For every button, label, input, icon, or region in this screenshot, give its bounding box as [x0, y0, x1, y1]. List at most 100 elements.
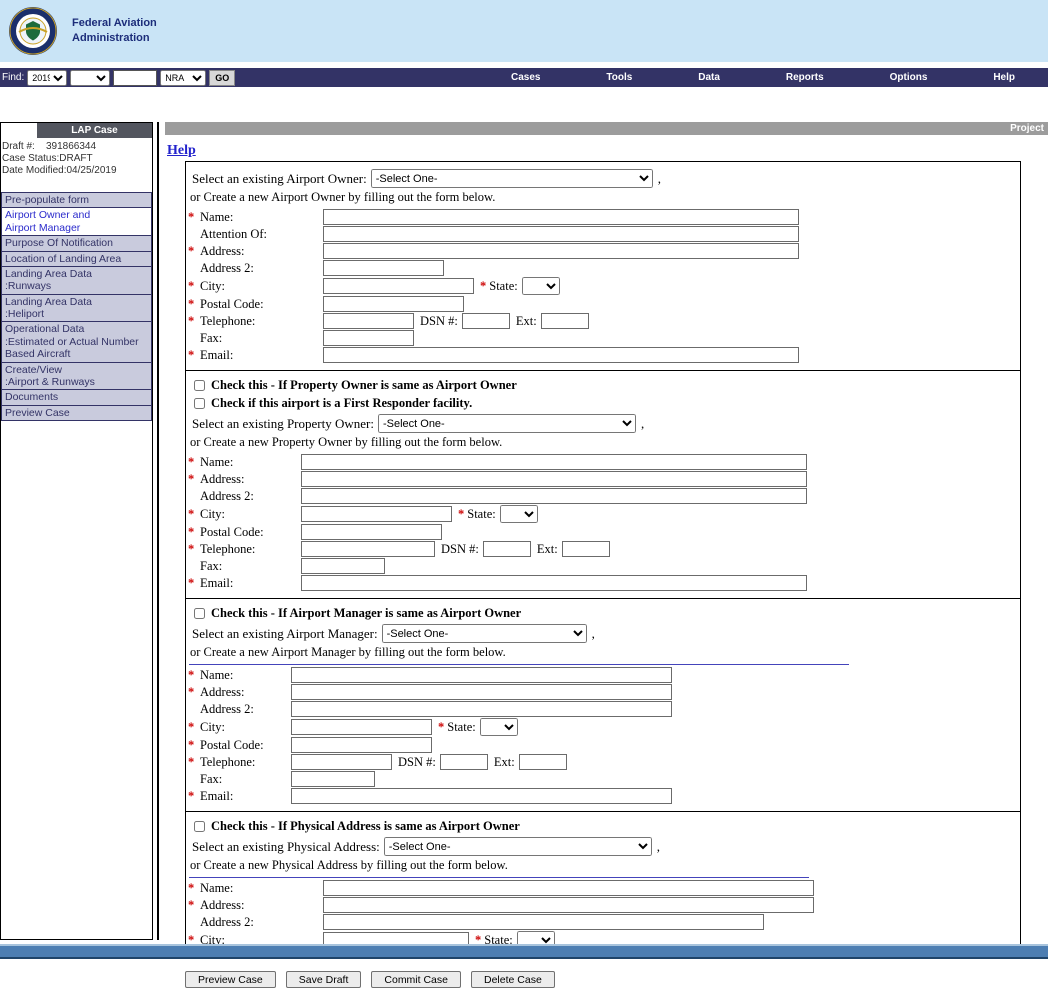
- dsn-input[interactable]: [483, 541, 531, 557]
- select-an-existing-property-owner-select[interactable]: -Select One-: [378, 414, 636, 433]
- sidebar-item-line: Documents: [5, 391, 148, 403]
- field-label: Address 2:: [200, 261, 254, 276]
- city-input[interactable]: [291, 719, 432, 735]
- attention-of-input[interactable]: [323, 226, 799, 242]
- menu-reports[interactable]: Reports: [786, 72, 824, 83]
- menu-data[interactable]: Data: [698, 72, 720, 83]
- form-row-address-2: Address 2:: [188, 914, 1018, 930]
- postal-code-input[interactable]: [291, 737, 432, 753]
- postal-code-input[interactable]: [301, 524, 442, 540]
- ext-input[interactable]: [562, 541, 610, 557]
- sidebar-item-create-view-airport-runways[interactable]: Create/View:Airport & Runways: [1, 362, 152, 391]
- state-select[interactable]: [522, 277, 560, 295]
- sidebar-item-documents[interactable]: Documents: [1, 389, 152, 405]
- project-bar: Project: [165, 122, 1048, 135]
- address-input[interactable]: [301, 471, 807, 487]
- fax-input[interactable]: [323, 330, 414, 346]
- sidebar: LAP Case Draft #:391866344Case Status:DR…: [0, 122, 153, 940]
- name-input[interactable]: [291, 667, 672, 683]
- find-text-input[interactable]: [113, 70, 157, 86]
- required-asterisk: *: [188, 668, 200, 683]
- form-row-address-2: Address 2:: [188, 701, 1018, 717]
- go-button[interactable]: GO: [209, 70, 235, 86]
- sidebar-item-line: Based Aircraft: [5, 348, 148, 360]
- check-this-if-airport-manager-is-same-as-airport-owner-checkbox[interactable]: [194, 608, 205, 619]
- address-2-input[interactable]: [323, 260, 444, 276]
- form-row-address: *Address:: [188, 471, 1018, 487]
- form-row-postal-code: *Postal Code:: [188, 737, 1018, 753]
- email-input[interactable]: [291, 788, 672, 804]
- main-panel: Project Help Select an existing Airport …: [165, 122, 1048, 940]
- sidebar-item-operational-data-estimated-or-actual-number-based-aircraft[interactable]: Operational Data:Estimated or Actual Num…: [1, 321, 152, 362]
- telephone-input[interactable]: [323, 313, 414, 329]
- select-an-existing-airport-manager-select[interactable]: -Select One-: [382, 624, 587, 643]
- find-year-select[interactable]: 2019: [27, 70, 67, 86]
- preview-case-button[interactable]: Preview Case: [185, 971, 276, 988]
- form-row-telephone: *Telephone:DSN #:Ext:: [188, 541, 1018, 557]
- required-asterisk: *: [188, 297, 200, 312]
- menu-tools[interactable]: Tools: [606, 72, 632, 83]
- field-label-cell: *Telephone:: [188, 314, 323, 329]
- select-an-existing-physical-address-select[interactable]: -Select One-: [384, 837, 652, 856]
- sidebar-item-preview-case[interactable]: Preview Case: [1, 405, 152, 421]
- fax-input[interactable]: [291, 771, 375, 787]
- sidebar-item-purpose-of-notification[interactable]: Purpose Of Notification: [1, 235, 152, 251]
- find-secondary-select[interactable]: [70, 70, 110, 86]
- brand-text: Federal Aviation Administration: [72, 16, 157, 47]
- meta-value: 04/25/2019: [66, 165, 116, 177]
- check-this-if-property-owner-is-same-as-airport-owner-checkbox[interactable]: [194, 380, 205, 391]
- help-link[interactable]: Help: [167, 143, 196, 159]
- case-meta-row: Date Modified:04/25/2019: [2, 165, 152, 177]
- ext-input[interactable]: [519, 754, 567, 770]
- telephone-input[interactable]: [291, 754, 392, 770]
- menu-help[interactable]: Help: [993, 72, 1015, 83]
- telephone-input[interactable]: [301, 541, 435, 557]
- required-asterisk: *: [480, 279, 486, 294]
- sidebar-item-landing-area-data-runways[interactable]: Landing Area Data:Runways: [1, 266, 152, 295]
- address-input[interactable]: [323, 243, 799, 259]
- address-2-input[interactable]: [301, 488, 807, 504]
- address-input[interactable]: [323, 897, 814, 913]
- state-select[interactable]: [500, 505, 538, 523]
- city-input[interactable]: [323, 278, 474, 294]
- find-type-select[interactable]: NRA: [160, 70, 206, 86]
- sidebar-item-airport-owner-and-airport-manager[interactable]: Airport Owner andAirport Manager: [1, 207, 152, 236]
- form-row-name: *Name:: [188, 880, 1018, 896]
- check-if-this-airport-is-a-first-responder-facility-checkbox[interactable]: [194, 398, 205, 409]
- city-input[interactable]: [301, 506, 452, 522]
- field-label-cell: *Name:: [188, 881, 323, 896]
- state-label: State:: [467, 507, 495, 522]
- sidebar-item-line: Purpose Of Notification: [5, 237, 148, 249]
- email-input[interactable]: [301, 575, 807, 591]
- name-input[interactable]: [301, 454, 807, 470]
- field-label: Fax:: [200, 559, 222, 574]
- sidebar-item-pre-populate-form[interactable]: Pre-populate form: [1, 192, 152, 208]
- delete-case-button[interactable]: Delete Case: [471, 971, 555, 988]
- dsn-input[interactable]: [462, 313, 510, 329]
- field-label-cell: *City:: [188, 507, 301, 522]
- menu-options[interactable]: Options: [890, 72, 928, 83]
- required-asterisk: *: [188, 576, 200, 591]
- ext-input[interactable]: [541, 313, 589, 329]
- address-2-input[interactable]: [291, 701, 672, 717]
- postal-code-input[interactable]: [323, 296, 464, 312]
- address-input[interactable]: [291, 684, 672, 700]
- sidebar-item-landing-area-data-heliport[interactable]: Landing Area Data:Heliport: [1, 294, 152, 323]
- name-input[interactable]: [323, 209, 799, 225]
- dsn-input[interactable]: [440, 754, 488, 770]
- state-select[interactable]: [480, 718, 518, 736]
- commit-case-button[interactable]: Commit Case: [371, 971, 461, 988]
- field-label-cell: Address 2:: [188, 261, 323, 276]
- fax-input[interactable]: [301, 558, 385, 574]
- email-input[interactable]: [323, 347, 799, 363]
- address-2-input[interactable]: [323, 914, 764, 930]
- checkbox-row: Check if this airport is a First Respond…: [194, 396, 1018, 411]
- name-input[interactable]: [323, 880, 814, 896]
- field-label-cell: *Postal Code:: [188, 297, 323, 312]
- sidebar-item-location-of-landing-area[interactable]: Location of Landing Area: [1, 251, 152, 267]
- brand-line-2: Administration: [72, 31, 157, 46]
- check-this-if-physical-address-is-same-as-airport-owner-checkbox[interactable]: [194, 821, 205, 832]
- menu-cases[interactable]: Cases: [511, 72, 540, 83]
- save-draft-button[interactable]: Save Draft: [286, 971, 362, 988]
- select-an-existing-airport-owner-select[interactable]: -Select One-: [371, 169, 653, 188]
